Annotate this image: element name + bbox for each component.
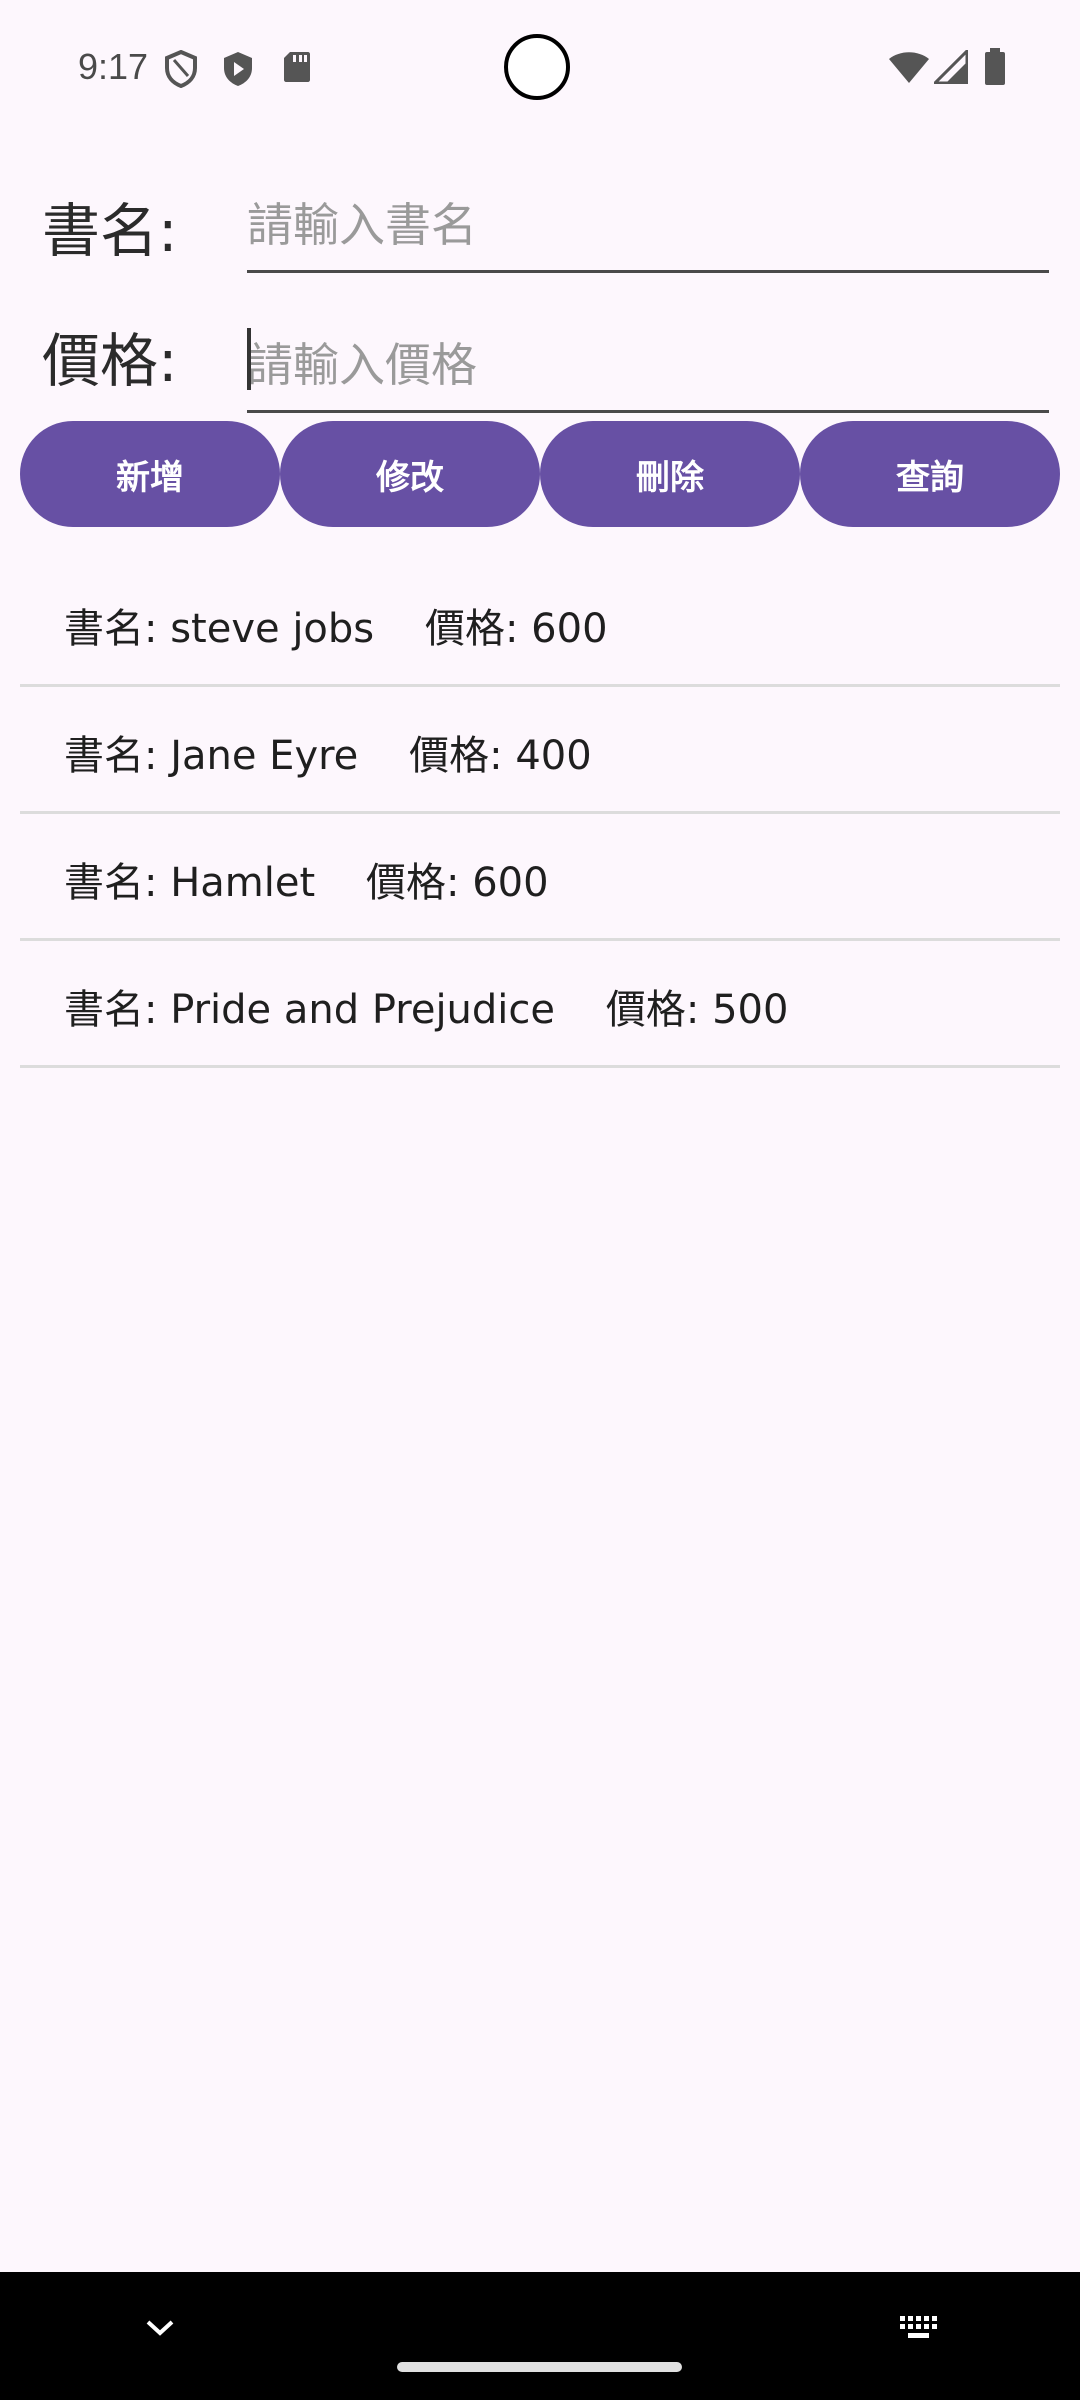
text-cursor xyxy=(247,328,251,390)
list-item[interactable]: 書名: Pride and Prejudice 價格: 500 xyxy=(20,941,1060,1068)
add-button[interactable]: 新增 xyxy=(20,421,280,527)
list-item[interactable]: 書名: Jane Eyre 價格: 400 xyxy=(20,687,1060,814)
list-item-text: 書名: Hamlet 價格: 600 xyxy=(64,860,549,906)
battery-icon xyxy=(984,48,1006,90)
price-input[interactable] xyxy=(247,320,1049,413)
wifi-icon xyxy=(888,50,930,88)
camera-cutout xyxy=(504,34,570,100)
list-item-text: 書名: Jane Eyre 價格: 400 xyxy=(64,733,592,779)
list-item-text: 書名: Pride and Prejudice 價格: 500 xyxy=(64,987,789,1033)
list-item[interactable]: 書名: Hamlet 價格: 600 xyxy=(20,814,1060,941)
app-screen: 9:17 書名: 請輸入書名 價格: 請輸入價格 新增 修改 刪除 查詢 書名:… xyxy=(0,0,1080,2400)
query-button[interactable]: 查詢 xyxy=(800,421,1060,527)
shield-outline-icon xyxy=(164,49,198,92)
chevron-down-icon[interactable] xyxy=(144,2318,176,2342)
book-name-label: 書名: xyxy=(42,197,178,265)
action-button-row: 新增 修改 刪除 查詢 xyxy=(20,421,1060,527)
list-item-text: 書名: steve jobs 價格: 600 xyxy=(64,606,608,652)
delete-button[interactable]: 刪除 xyxy=(540,421,800,527)
signal-icon xyxy=(931,47,969,88)
navigation-bar xyxy=(0,2272,1080,2400)
sd-card-icon xyxy=(282,50,312,88)
list-item[interactable]: 書名: steve jobs 價格: 600 xyxy=(20,560,1060,687)
home-gesture-handle[interactable] xyxy=(397,2362,682,2372)
status-time: 9:17 xyxy=(78,46,149,87)
status-bar: 9:17 xyxy=(0,0,1080,132)
book-list: 書名: steve jobs 價格: 600 書名: Jane Eyre 價格:… xyxy=(20,560,1060,1068)
shield-play-icon xyxy=(221,50,255,92)
keyboard-icon[interactable] xyxy=(898,2314,942,2346)
edit-button[interactable]: 修改 xyxy=(280,421,540,527)
book-name-input[interactable] xyxy=(247,180,1049,273)
price-label: 價格: xyxy=(42,327,178,395)
